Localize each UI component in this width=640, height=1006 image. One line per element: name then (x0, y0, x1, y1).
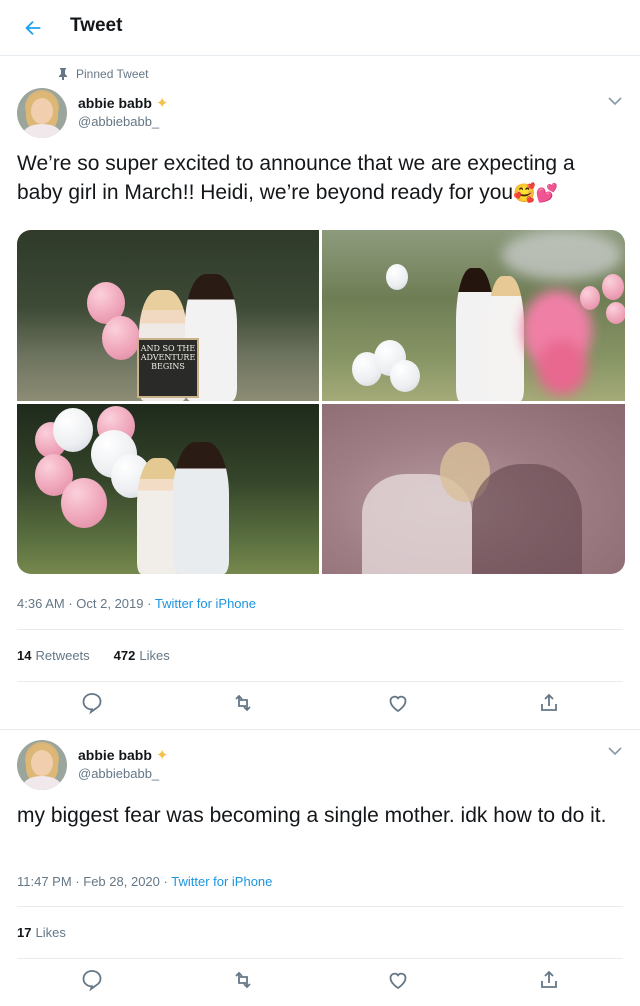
likes-count: 17 (17, 925, 32, 940)
likes-label: Likes (35, 925, 66, 940)
page-header: Tweet (0, 0, 640, 56)
divider (17, 958, 623, 959)
tweet-source[interactable]: Twitter for iPhone (171, 874, 272, 889)
sparkle-icon: ✦ (155, 95, 169, 112)
likes-count: 472 (113, 648, 136, 663)
tweet-date[interactable]: Feb 28, 2020 (83, 874, 160, 889)
pin-icon (59, 68, 67, 80)
tweet-meta: 11:47 PM · Feb 28, 2020 · Twitter for iP… (17, 874, 273, 889)
tweet-text: my biggest fear was becoming a single mo… (17, 804, 607, 827)
retweets-stat[interactable]: 14 Retweets (17, 648, 90, 663)
tweet-time: 11:47 PM (17, 874, 72, 889)
likes-label: Likes (139, 648, 170, 663)
heart-icon[interactable] (386, 968, 410, 992)
pinned-label: Pinned Tweet (76, 67, 149, 81)
pinned-indicator: Pinned Tweet (58, 67, 149, 81)
tweet-stats: 17 Likes (17, 925, 66, 940)
author-handle[interactable]: @abbiebabb_ (78, 114, 159, 129)
author-name[interactable]: abbie babb ✦ (78, 746, 168, 764)
author-name[interactable]: abbie babb ✦ (78, 94, 168, 112)
photo-3[interactable] (17, 404, 319, 574)
divider (17, 906, 623, 907)
reply-icon[interactable] (80, 691, 104, 715)
heart-icon[interactable] (386, 691, 410, 715)
announcement-sign: AND SO THE ADVENTURE BEGINS (137, 338, 199, 398)
likes-stat[interactable]: 17 Likes (17, 925, 66, 940)
tweet-actions (0, 968, 640, 998)
emoji: 🥰💕 (513, 183, 558, 203)
tweet-meta: 4:36 AM · Oct 2, 2019 · Twitter for iPho… (17, 596, 256, 611)
photo-2[interactable] (322, 230, 625, 401)
arrow-left-icon[interactable] (22, 17, 44, 39)
reply-icon[interactable] (80, 968, 104, 992)
avatar[interactable] (17, 88, 67, 138)
author-name-text: abbie babb (78, 747, 152, 763)
avatar[interactable] (17, 740, 67, 790)
divider (17, 629, 623, 630)
page-title: Tweet (70, 15, 123, 36)
divider (17, 681, 623, 682)
tweet-time: 4:36 AM (17, 596, 65, 611)
author-handle[interactable]: @abbiebabb_ (78, 766, 159, 781)
share-icon[interactable] (537, 691, 561, 715)
tweet-separator (0, 729, 640, 730)
sparkle-icon: ✦ (155, 747, 169, 764)
retweet-icon[interactable] (231, 968, 255, 992)
tweet-actions (0, 691, 640, 721)
photo-4[interactable] (322, 404, 625, 574)
tweet-stats: 14 Retweets 472 Likes (17, 648, 170, 663)
share-icon[interactable] (537, 968, 561, 992)
chevron-down-icon[interactable] (608, 96, 622, 106)
retweet-icon[interactable] (231, 691, 255, 715)
chevron-down-icon[interactable] (608, 746, 622, 756)
tweet-text-body: We’re so super excited to announce that … (17, 152, 575, 204)
retweets-count: 14 (17, 648, 32, 663)
photo-1[interactable]: AND SO THE ADVENTURE BEGINS (17, 230, 319, 401)
tweet-source[interactable]: Twitter for iPhone (155, 596, 256, 611)
author-name-text: abbie babb (78, 95, 152, 111)
tweet-text: We’re so super excited to announce that … (17, 149, 617, 208)
retweets-label: Retweets (35, 648, 90, 663)
likes-stat[interactable]: 472 Likes (114, 648, 170, 663)
tweet-date[interactable]: Oct 2, 2019 (76, 596, 143, 611)
photo-grid[interactable]: AND SO THE ADVENTURE BEGINS (17, 230, 625, 574)
